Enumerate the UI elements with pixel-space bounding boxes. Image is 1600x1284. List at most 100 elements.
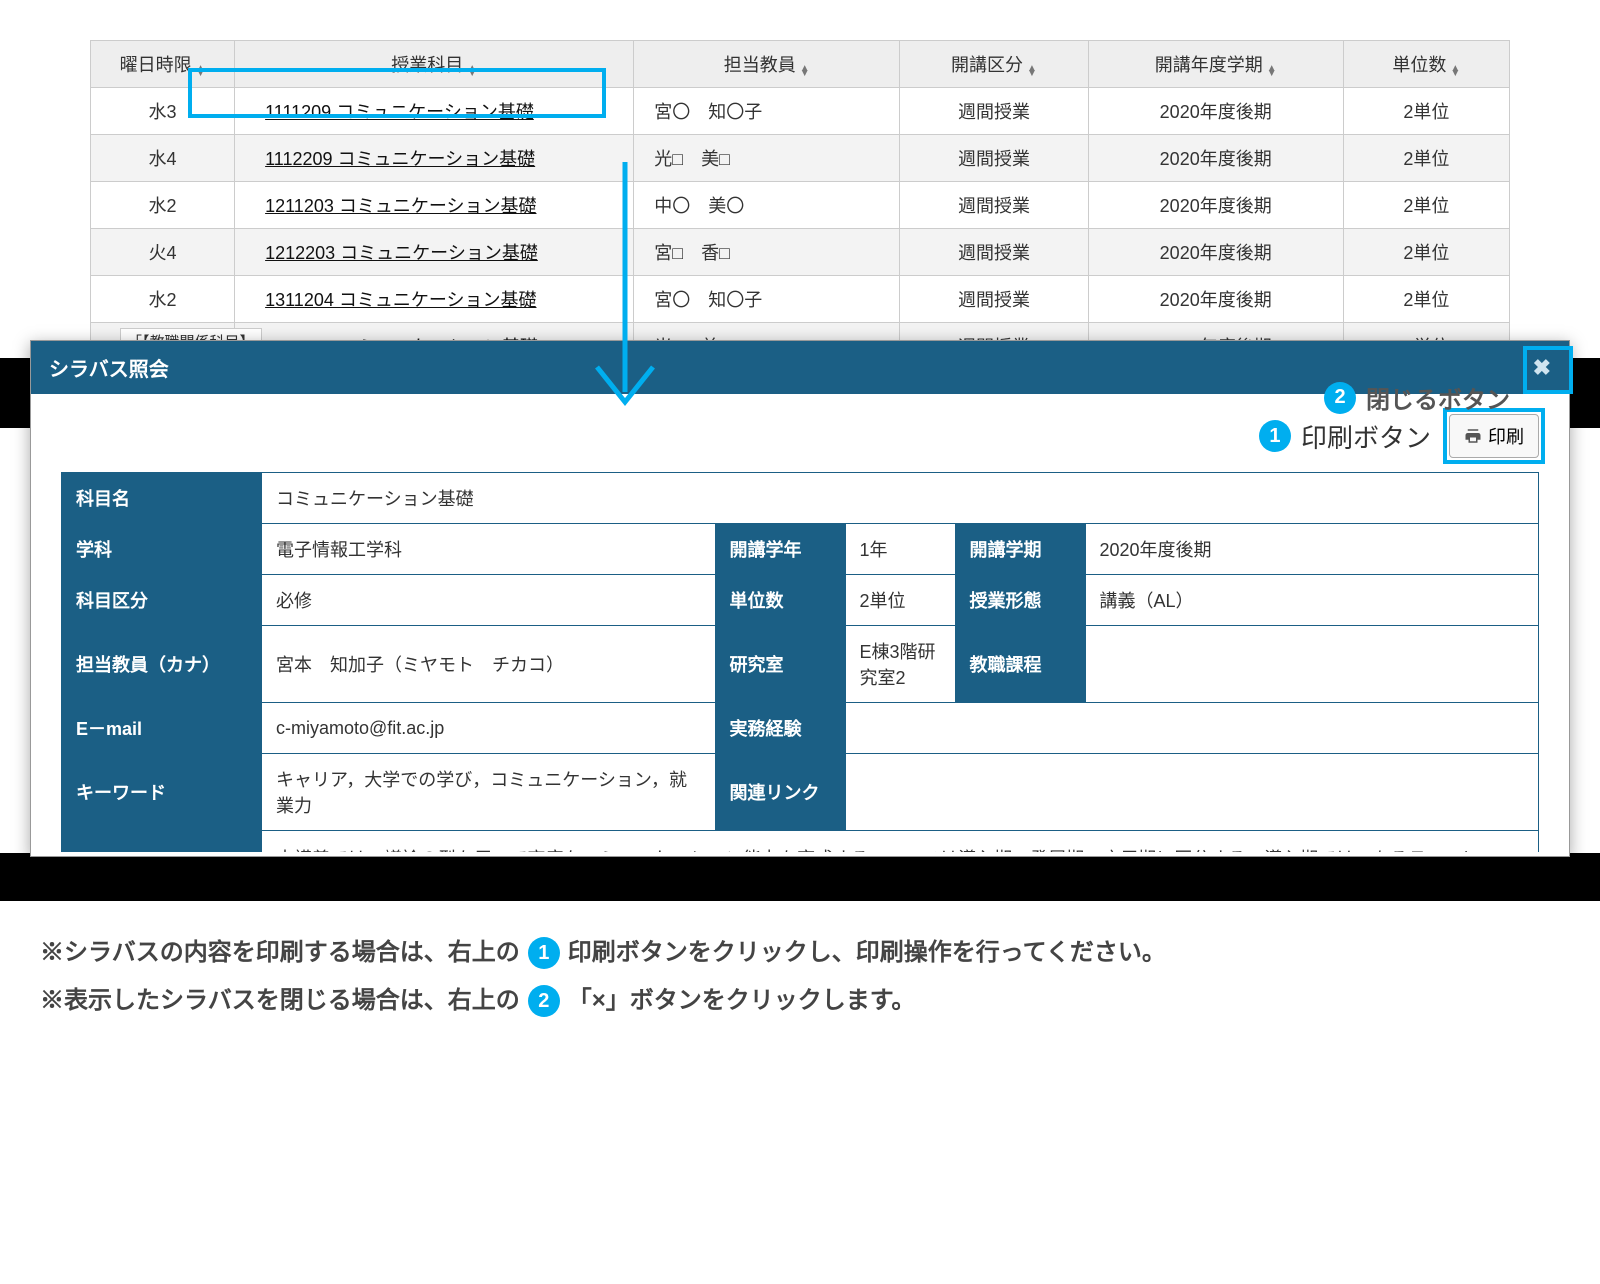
subject-link[interactable]: 1212203 コミュニケーション基礎 bbox=[265, 243, 538, 263]
field-label: 科目名 bbox=[62, 473, 262, 524]
field-label: 学科 bbox=[62, 524, 262, 575]
field-label: 授業形態 bbox=[955, 575, 1085, 626]
table-row: 水2 1311204 コミュニケーション基礎 宮〇 知〇子週間授業2020年度後期2… bbox=[91, 276, 1510, 323]
cell-term: 2020年度後期 bbox=[1088, 135, 1343, 182]
field-value: c-miyamoto@fit.ac.jp bbox=[262, 703, 716, 754]
cell-term: 2020年度後期 bbox=[1088, 182, 1343, 229]
header-teacher[interactable]: 担当教員▲▼ bbox=[634, 41, 900, 88]
note-line-2: ※表示したシラバスを閉じる場合は、右上の 2 「×」ボタンをクリックします。 bbox=[40, 977, 1560, 1025]
field-label: 研究室 bbox=[715, 626, 845, 703]
sort-icon: ▲▼ bbox=[800, 66, 810, 76]
field-label: E－mail bbox=[62, 703, 262, 754]
table-row: 水3 1111209 コミュニケーション基礎 宮〇 知〇子週間授業2020年度後期2… bbox=[91, 88, 1510, 135]
print-button-label: 1 印刷ボタン bbox=[1259, 418, 1431, 455]
cell-term: 2020年度後期 bbox=[1088, 88, 1343, 135]
field-value: 必修 bbox=[262, 575, 716, 626]
close-icon[interactable]: ✖ bbox=[1533, 355, 1551, 381]
badge-2: 2 bbox=[1324, 382, 1356, 414]
cell-credits: 2単位 bbox=[1343, 229, 1509, 276]
close-button-label: 2 閉じるボタン bbox=[1324, 380, 1510, 415]
field-value: キャリア，大学での学び，コミュニケーション，就業力 bbox=[262, 754, 716, 831]
header-term[interactable]: 開講年度学期▲▼ bbox=[1088, 41, 1343, 88]
subject-link[interactable]: 1111209 コミュニケーション基礎 bbox=[265, 102, 534, 122]
field-value: 2単位 bbox=[845, 575, 955, 626]
badge-2-inline: 2 bbox=[528, 985, 560, 1017]
subject-link[interactable]: 1311204 コミュニケーション基礎 bbox=[265, 290, 536, 310]
cell-term: 2020年度後期 bbox=[1088, 276, 1343, 323]
sort-icon: ▲▼ bbox=[196, 66, 206, 76]
field-label: 開講学期 bbox=[955, 524, 1085, 575]
cell-type: 週間授業 bbox=[900, 88, 1088, 135]
cell-subject: 1111209 コミュニケーション基礎 bbox=[235, 88, 634, 135]
header-period[interactable]: 曜日時限▲▼ bbox=[91, 41, 235, 88]
table-row: 水2 1211203 コミュニケーション基礎 中〇 美〇週間授業2020年度後期2単… bbox=[91, 182, 1510, 229]
cell-type: 週間授業 bbox=[900, 229, 1088, 276]
sort-icon: ▲▼ bbox=[1267, 66, 1277, 76]
badge-1-inline: 1 bbox=[528, 937, 560, 969]
field-label: 教職課程 bbox=[955, 626, 1085, 703]
cell-period: 水4 bbox=[91, 135, 235, 182]
sort-icon: ▲▼ bbox=[1450, 66, 1460, 76]
cell-credits: 2単位 bbox=[1343, 88, 1509, 135]
table-row: 水4 1112209 コミュニケーション基礎 光□ 美□週間授業2020年度後期2単… bbox=[91, 135, 1510, 182]
field-value: E棟3階研究室2 bbox=[845, 626, 955, 703]
field-value: 2020年度後期 bbox=[1085, 524, 1539, 575]
field-label: 担当教員（カナ） bbox=[62, 626, 262, 703]
field-label: 開講学年 bbox=[715, 524, 845, 575]
field-value: 1年 bbox=[845, 524, 955, 575]
note-line-1: ※シラバスの内容を印刷する場合は、右上の 1 印刷ボタンをクリックし、印刷操作を… bbox=[40, 929, 1560, 977]
cell-teacher: 宮〇 知〇子 bbox=[634, 88, 900, 135]
cell-type: 週間授業 bbox=[900, 276, 1088, 323]
divider-band-2 bbox=[0, 853, 1600, 901]
cell-term: 2020年度後期 bbox=[1088, 229, 1343, 276]
subject-link[interactable]: 1112209 コミュニケーション基礎 bbox=[265, 149, 535, 169]
field-value bbox=[1085, 626, 1539, 703]
field-value bbox=[845, 703, 1539, 754]
field-label: 科目区分 bbox=[62, 575, 262, 626]
field-value: コミュニケーション基礎 bbox=[262, 473, 1539, 524]
cell-subject: 1112209 コミュニケーション基礎 bbox=[235, 135, 634, 182]
cell-subject: 1311204 コミュニケーション基礎 bbox=[235, 276, 634, 323]
field-label: 実務経験 bbox=[715, 703, 845, 754]
cell-credits: 2単位 bbox=[1343, 182, 1509, 229]
cell-credits: 2単位 bbox=[1343, 276, 1509, 323]
cell-teacher: 光□ 美□ bbox=[634, 135, 900, 182]
instruction-notes: ※シラバスの内容を印刷する場合は、右上の 1 印刷ボタンをクリックし、印刷操作を… bbox=[0, 901, 1600, 1065]
modal-title: シラバス照会 bbox=[49, 353, 169, 382]
cell-teacher: 宮〇 知〇子 bbox=[634, 276, 900, 323]
cell-period: 水2 bbox=[91, 276, 235, 323]
table-row: 火4 1212203 コミュニケーション基礎 宮□ 香□週間授業2020年度後期2単… bbox=[91, 229, 1510, 276]
field-label bbox=[62, 831, 262, 853]
syllabus-detail-table: 科目名 コミュニケーション基礎 学科 電子情報工学科 開講学年 1年 開講学期 … bbox=[61, 472, 1539, 852]
subject-link[interactable]: 1211203 コミュニケーション基礎 bbox=[265, 196, 536, 216]
sort-icon: ▲▼ bbox=[1027, 66, 1037, 76]
cell-type: 週間授業 bbox=[900, 135, 1088, 182]
cell-credits: 2単位 bbox=[1343, 135, 1509, 182]
field-value: 電子情報工学科 bbox=[262, 524, 716, 575]
header-type[interactable]: 開講区分▲▼ bbox=[900, 41, 1088, 88]
printer-icon bbox=[1464, 427, 1482, 445]
course-list-table: 曜日時限▲▼ 授業科目▲▼ 担当教員▲▼ 開講区分▲▼ 開講年度学期▲▼ 単位数… bbox=[90, 40, 1510, 370]
field-label: 単位数 bbox=[715, 575, 845, 626]
field-value: 講義（AL） bbox=[1085, 575, 1539, 626]
cell-period: 火4 bbox=[91, 229, 235, 276]
arrow-down-icon bbox=[585, 162, 665, 422]
cell-subject: 1212203 コミュニケーション基礎 bbox=[235, 229, 634, 276]
cell-teacher: 宮□ 香□ bbox=[634, 229, 900, 276]
badge-1: 1 bbox=[1259, 420, 1291, 452]
field-value: 宮本 知加子（ミヤモト チカコ） bbox=[262, 626, 716, 703]
field-label: キーワード bbox=[62, 754, 262, 831]
table-header-row: 曜日時限▲▼ 授業科目▲▼ 担当教員▲▼ 開講区分▲▼ 開講年度学期▲▼ 単位数… bbox=[91, 41, 1510, 88]
sort-icon: ▲▼ bbox=[467, 66, 477, 76]
field-label: 関連リンク bbox=[715, 754, 845, 831]
header-subject[interactable]: 授業科目▲▼ bbox=[235, 41, 634, 88]
syllabus-modal: シラバス照会 ✖ 1 印刷ボタン 印刷 bbox=[30, 340, 1570, 857]
cell-period: 水2 bbox=[91, 182, 235, 229]
cell-teacher: 中〇 美〇 bbox=[634, 182, 900, 229]
cell-subject: 1211203 コミュニケーション基礎 bbox=[235, 182, 634, 229]
cell-type: 週間授業 bbox=[900, 182, 1088, 229]
cell-period: 水3 bbox=[91, 88, 235, 135]
field-value bbox=[845, 754, 1539, 831]
print-button[interactable]: 印刷 bbox=[1449, 414, 1539, 458]
header-credits[interactable]: 単位数▲▼ bbox=[1343, 41, 1509, 88]
